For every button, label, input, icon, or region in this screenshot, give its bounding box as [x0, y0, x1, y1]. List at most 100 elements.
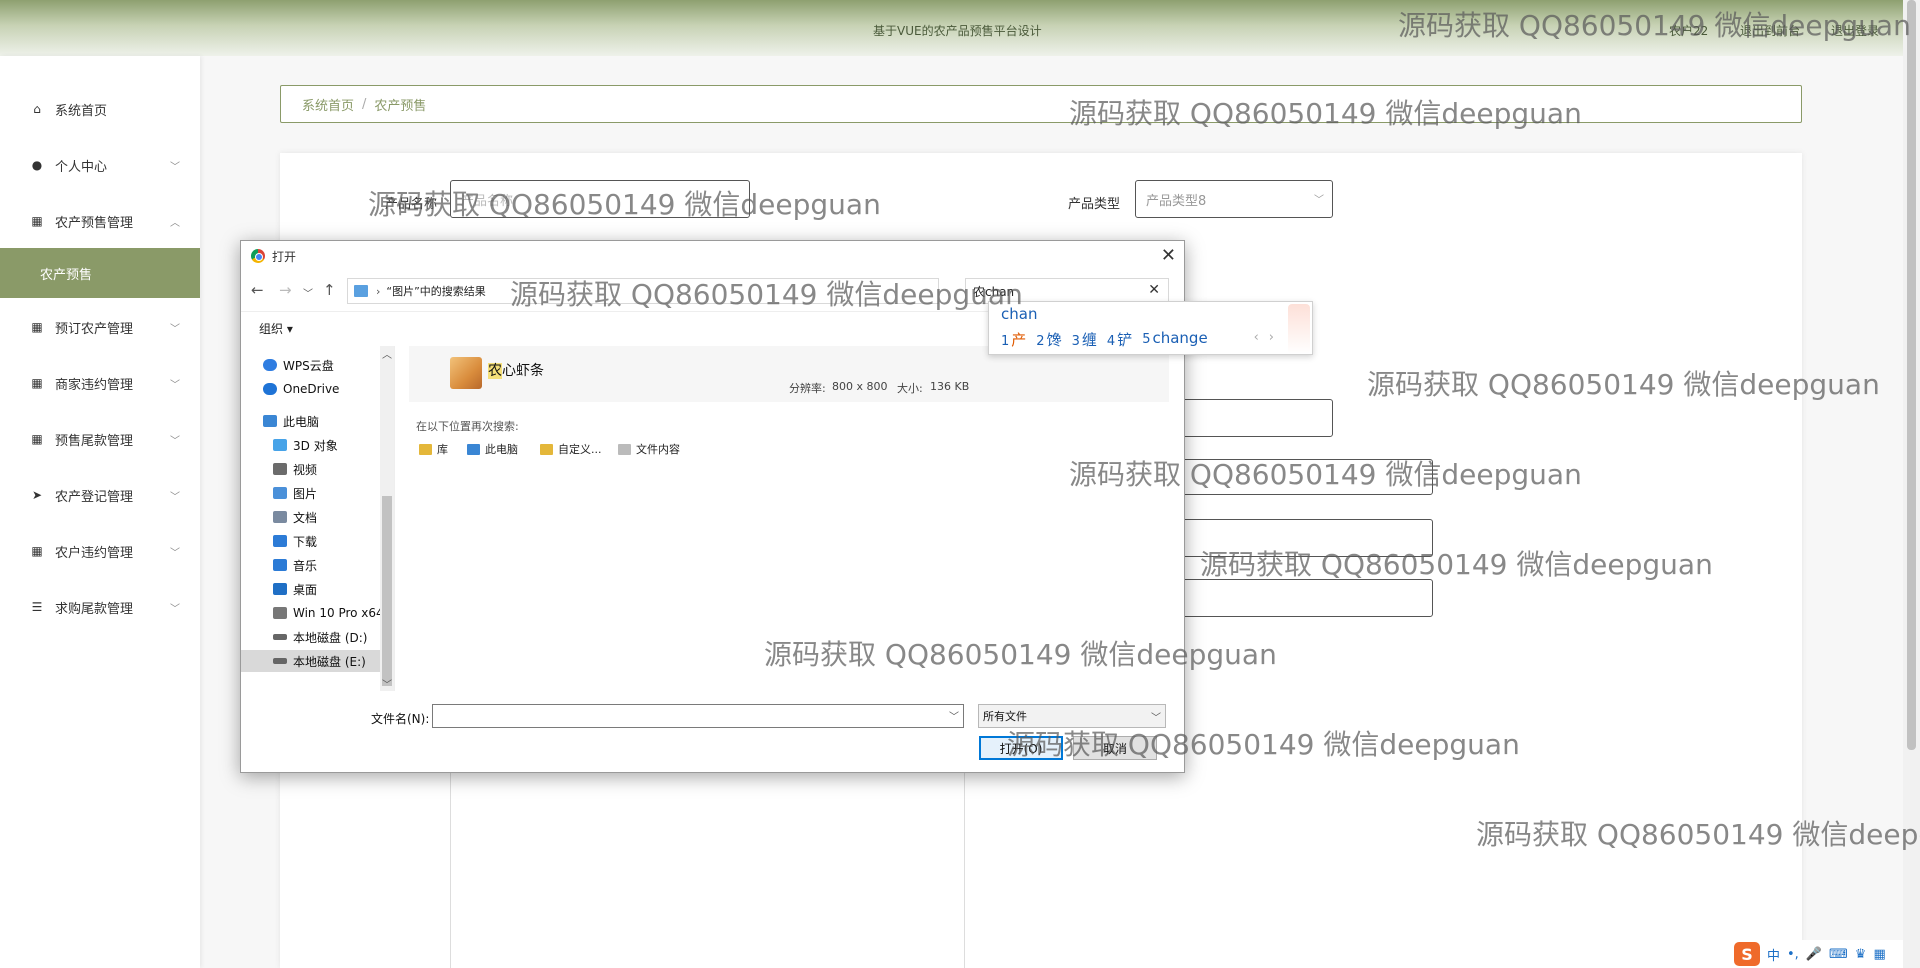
file-thumbnail: [450, 357, 482, 389]
tree-scrollbar[interactable]: ︿ ﹀: [380, 346, 394, 691]
product-name-input[interactable]: 产品名称: [450, 180, 750, 218]
chevron-right-icon: ›: [376, 284, 381, 298]
cancel-button[interactable]: 取消: [1073, 736, 1157, 760]
chrome-icon: [251, 249, 265, 263]
grid-icon: ▦: [31, 376, 43, 390]
candidate-number: 5: [1142, 332, 1151, 347]
location-label: 自定义...: [558, 443, 602, 456]
close-icon[interactable]: ✕: [1161, 245, 1176, 266]
sidebar-item-registration[interactable]: ➤ 农产登记管理 ﹀: [0, 470, 200, 520]
ime-pager-icon[interactable]: ‹›: [1254, 330, 1284, 345]
tree-item-videos[interactable]: 视频: [273, 458, 317, 480]
sidebar-item-merchant-default[interactable]: ▦ 商家违约管理 ﹀: [0, 358, 200, 408]
ime-tray: S 中 •, 🎤 ⌨ ♛ ▦: [1728, 940, 1903, 968]
tree-item-label: 视频: [293, 462, 318, 477]
sidebar-item-presale-management[interactable]: ▦ 农产预售管理 ︿: [0, 196, 200, 246]
address-bar[interactable]: › “图片”中的搜索结果: [347, 278, 939, 304]
tree-item-win10[interactable]: Win 10 Pro x64: [273, 602, 384, 624]
chevron-down-icon[interactable]: ﹀: [382, 676, 392, 691]
ime-logo-icon: [1288, 304, 1310, 354]
organize-button[interactable]: 组织 ▾: [259, 320, 293, 337]
tree-item-3d[interactable]: 3D 对象: [273, 434, 338, 456]
ime-candidates: 1产 2馋 3缠 4铲 5 change: [1001, 329, 1208, 350]
sidebar-item-farmer-default[interactable]: ▦ 农户违约管理 ﹀: [0, 526, 200, 576]
tree-item-onedrive[interactable]: OneDrive: [263, 378, 339, 400]
sidebar-item-booking-management[interactable]: ▦ 预订农产管理 ﹀: [0, 302, 200, 352]
chevron-up-icon[interactable]: ︿: [382, 346, 392, 361]
tree-item-downloads[interactable]: 下载: [273, 530, 317, 552]
folder-icon: [540, 443, 553, 455]
chevron-down-icon: ﹀: [170, 323, 180, 335]
tree-item-wps[interactable]: WPS云盘: [263, 354, 334, 376]
ime-candidate[interactable]: 3缠: [1072, 329, 1097, 350]
document-icon: [273, 511, 287, 523]
ime-candidate-window: chan 1产 2馋 3缠 4铲 5 change ‹›: [988, 301, 1313, 355]
sidebar-item-presale[interactable]: 农产预售: [0, 248, 200, 298]
dialog-titlebar: 打开 ✕: [241, 241, 1184, 271]
ime-candidate[interactable]: 1产: [1001, 329, 1026, 350]
breadcrumb-current: 农产预售: [374, 98, 427, 114]
size-value: 136 KB: [930, 380, 970, 393]
chevron-down-icon: ﹀: [170, 603, 180, 615]
keyboard-icon[interactable]: ⌨: [1829, 947, 1848, 962]
product-type-label: 产品类型: [1068, 197, 1121, 212]
sidebar-item-balance-management[interactable]: ▦ 预售尾款管理 ﹀: [0, 414, 200, 464]
logout-link[interactable]: 退出登录: [1831, 22, 1879, 39]
sidebar-item-home[interactable]: ⌂ 系统首页: [0, 84, 200, 134]
search-location-library[interactable]: 库: [419, 441, 448, 457]
search-location-file-contents[interactable]: 文件内容: [618, 441, 680, 457]
skin-icon[interactable]: ♛: [1855, 947, 1867, 962]
tree-item-pictures[interactable]: 图片: [273, 482, 317, 504]
tree-item-drive-e[interactable]: 本地磁盘 (E:): [241, 650, 380, 672]
address-text: “图片”中的搜索结果: [386, 285, 486, 298]
toolbox-icon[interactable]: ▦: [1873, 947, 1885, 962]
up-arrow-icon[interactable]: ↑: [323, 281, 336, 299]
clear-icon[interactable]: ✕: [1148, 282, 1160, 298]
sidebar-item-label: 商家违约管理: [55, 377, 134, 393]
lang-toggle[interactable]: 中: [1767, 945, 1780, 964]
sidebar-item-purchase-balance[interactable]: ☰ 求购尾款管理 ﹀: [0, 582, 200, 632]
dialog-title: 打开: [272, 249, 297, 264]
tree-item-desktop[interactable]: 桌面: [273, 578, 317, 600]
chevron-down-icon[interactable]: ﹀: [303, 285, 313, 300]
candidate-number: 4: [1106, 334, 1116, 349]
page-scrollbar[interactable]: [1903, 0, 1920, 968]
tree-item-documents[interactable]: 文档: [273, 506, 317, 528]
scrollbar-thumb[interactable]: [382, 496, 392, 686]
filename-input[interactable]: ﹀: [432, 704, 964, 728]
chevron-down-icon[interactable]: ﹀: [949, 708, 959, 723]
ime-candidate[interactable]: 2馋: [1036, 329, 1061, 350]
open-button[interactable]: 打开(O): [979, 736, 1063, 760]
filetype-select[interactable]: 所有文件 ﹀: [978, 704, 1166, 728]
punctuation-icon[interactable]: •,: [1787, 947, 1799, 962]
location-label: 文件内容: [636, 443, 680, 456]
product-type-select[interactable]: 产品类型8 ﹀: [1135, 180, 1333, 218]
forward-arrow-icon[interactable]: →: [279, 281, 292, 299]
search-location-custom[interactable]: 自定义...: [540, 441, 602, 457]
download-icon: [273, 535, 287, 547]
breadcrumb-separator: /: [362, 96, 367, 112]
user-name[interactable]: 农户22: [1669, 22, 1708, 39]
back-to-front-link[interactable]: 退出到前台: [1740, 22, 1800, 39]
breadcrumb-home[interactable]: 系统首页: [302, 95, 354, 114]
home-icon: ⌂: [33, 102, 41, 116]
scrollbar-thumb[interactable]: [1907, 0, 1916, 750]
tree-item-music[interactable]: 音乐: [273, 554, 317, 576]
search-location-this-pc[interactable]: 此电脑: [467, 441, 518, 457]
sidebar-item-personal-center[interactable]: ● 个人中心 ﹀: [0, 140, 200, 190]
divider: [964, 773, 965, 968]
sidebar-item-label: 系统首页: [55, 103, 108, 119]
back-arrow-icon[interactable]: ←: [251, 281, 264, 299]
chevron-down-icon: ﹀: [1151, 713, 1161, 724]
microphone-icon[interactable]: 🎤: [1806, 947, 1822, 962]
ime-candidate[interactable]: 5 change: [1142, 329, 1207, 350]
send-icon: ➤: [31, 488, 43, 502]
candidate-text: 馋: [1046, 331, 1062, 349]
tree-item-this-pc[interactable]: 此电脑: [263, 410, 319, 432]
ime-candidate[interactable]: 4铲: [1107, 329, 1132, 350]
tree-item-drive-d[interactable]: 本地磁盘 (D:): [273, 626, 367, 648]
tree-item-label: 下载: [293, 534, 318, 549]
sogou-logo-icon[interactable]: S: [1734, 942, 1760, 966]
sidebar-item-label: 求购尾款管理: [55, 601, 134, 617]
tree-item-label: 3D 对象: [293, 438, 338, 453]
